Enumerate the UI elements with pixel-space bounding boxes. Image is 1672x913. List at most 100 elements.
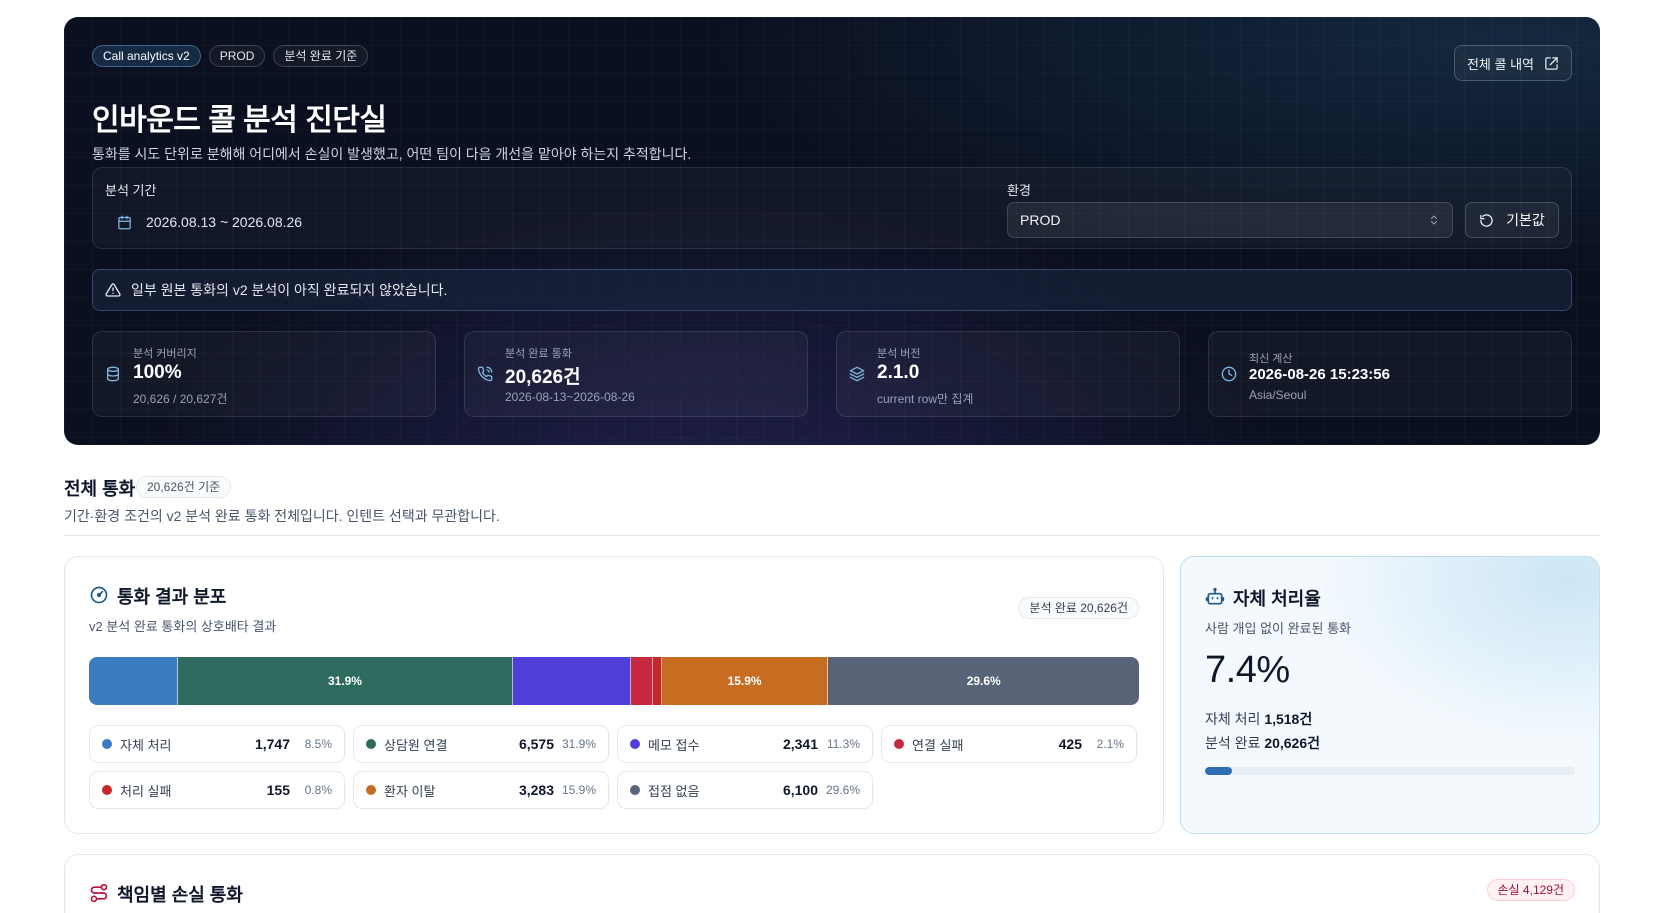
bar-segment[interactable] [89,657,179,705]
legend-count: 3,283 [518,782,554,798]
reset-button[interactable]: 기본값 [1465,202,1559,238]
legend-percent: 15.9% [562,783,597,797]
refresh-icon [1480,213,1493,227]
chevron-updown-icon [1431,215,1437,225]
legend-item[interactable]: 처리 실패 155 0.8% [89,771,345,809]
legend-name: 메모 접수 [648,737,700,753]
legend-item[interactable]: 상담원 연결 6,575 31.9% [353,725,609,763]
stat-label: 분석 완료 통화 [505,348,572,360]
stat-last-computed: 최신 계산 2026-08-26 15:23:56 Asia/Seoul [1208,331,1572,417]
env-select-value: PROD [1020,212,1061,228]
stat-label: 분석 커버리지 [133,348,197,360]
distribution-legend: 자체 처리 1,747 8.5% 상담원 연결 6,575 31.9% 메모 접수 2,341… [89,725,1137,809]
legend-count: 425 [1058,736,1082,752]
legend-item[interactable]: 환자 이탈 3,283 15.9% [353,771,609,809]
chip-version: Call analytics v2 [92,45,201,67]
stat-value: 20,626건 [505,367,581,388]
legend-dot [102,739,112,749]
filter-panel: 분석 기간 2026.08.13 ~ 2026.08.26 환경 PROD 기본… [92,167,1572,249]
bar-segment[interactable] [631,657,654,705]
distribution-title: 통화 결과 분포 [117,587,227,607]
all-calls-button[interactable]: 전체 콜 내역 [1453,45,1572,81]
legend-percent: 29.6% [826,783,861,797]
external-link-icon [1545,56,1558,70]
route-icon [90,883,108,903]
bar-segment[interactable]: 15.9% [661,657,829,705]
warning-alert: 일부 원본 통화의 v2 분석이 아직 완료되지 않았습니다. [92,269,1572,311]
bar-segment[interactable] [512,657,632,705]
self-rate-value: 7.4% [1205,649,1290,691]
analysis-done-row: 분석 완료 20,626건 [1205,733,1320,753]
stat-coverage: 분석 커버리지 100% 20,626 / 20,627건 [92,331,436,417]
legend-dot [366,785,376,795]
stat-sub: 2026-08-13~2026-08-26 [505,390,635,404]
stat-sub: 20,626 / 20,627건 [133,392,228,406]
self-handled-value: 1,518건 [1264,711,1313,727]
analysis-done-label: 분석 완료 [1205,735,1261,751]
self-handled-row: 자체 처리 1,518건 [1205,709,1312,729]
chip-basis: 분석 완료 기준 [273,45,369,67]
loss-title: 책임별 손실 통화 [117,885,243,905]
legend-item[interactable]: 접점 없음 6,100 29.6% [617,771,873,809]
legend-count: 2,341 [782,736,818,752]
legend-dot [102,785,112,795]
distribution-badge: 분석 완료 20,626건 [1018,597,1139,619]
analysis-done-value: 20,626건 [1264,735,1321,751]
legend-count: 1,747 [254,736,290,752]
self-rate-title: 자체 처리율 [1233,589,1321,609]
page-title: 인바운드 콜 분석 진단실 [92,104,387,137]
legend-dot [630,739,640,749]
legend-name: 접점 없음 [648,783,700,799]
stat-sub: Asia/Seoul [1249,388,1307,402]
chip-environment: PROD [208,45,266,67]
loss-card: 책임별 손실 통화 손실 4,129건 [64,854,1600,913]
legend-name: 자체 처리 [120,737,172,753]
warning-triangle-icon [105,283,121,297]
stat-label: 분석 버전 [877,348,921,360]
calendar-icon [118,215,131,229]
legend-percent: 8.5% [304,737,332,751]
distribution-stacked-bar: 31.9% 15.9% 29.6% [89,657,1139,705]
section-divider [64,535,1600,536]
legend-dot [366,739,376,749]
legend-percent: 31.9% [562,737,597,751]
stat-value: 2.1.0 [877,362,920,383]
stat-sub: current row만 집계 [877,392,974,406]
all-calls-label: 전체 콜 내역 [1466,56,1534,72]
legend-name: 처리 실패 [120,783,172,799]
section-count-badge: 20,626건 기준 [136,476,232,498]
section-description: 기간·환경 조건의 v2 분석 완료 통화 전체입니다. 인텐트 선택과 무관합… [64,508,500,524]
bar-segment[interactable]: 31.9% [178,657,513,705]
self-rate-progress [1205,767,1575,775]
legend-count: 6,575 [518,736,554,752]
hero-panel: Call analytics v2 PROD 분석 완료 기준 인바운드 콜 분… [64,17,1600,445]
self-rate-progress-fill [1205,767,1233,775]
bar-segment-label: 31.9% [327,674,362,688]
period-picker[interactable]: 2026.08.13 ~ 2026.08.26 [105,206,302,238]
legend-count: 155 [266,782,290,798]
section-title: 전체 통화 [64,479,136,499]
self-rate-subtitle: 사람 개입 없이 완료된 통화 [1205,621,1352,636]
bar-segment[interactable]: 29.6% [828,657,1139,705]
bar-segment[interactable] [653,657,662,705]
stat-value: 2026-08-26 15:23:56 [1249,366,1390,383]
distribution-card: 통화 결과 분포 v2 분석 완료 통화의 상호배타 결과 분석 완료 20,6… [64,556,1164,834]
loss-badge: 손실 4,129건 [1486,879,1575,901]
legend-item[interactable]: 연결 실패 425 2.1% [881,725,1137,763]
legend-item[interactable]: 메모 접수 2,341 11.3% [617,725,873,763]
gauge-icon [90,586,108,604]
legend-dot [630,785,640,795]
stat-completed-calls: 분석 완료 통화 20,626건 2026-08-13~2026-08-26 [464,331,808,417]
robot-icon [1205,587,1225,605]
legend-item[interactable]: 자체 처리 1,747 8.5% [89,725,345,763]
legend-name: 환자 이탈 [384,783,436,799]
stat-label: 최신 계산 [1249,353,1293,365]
reset-label: 기본값 [1506,212,1545,228]
clock-icon [1221,366,1237,382]
env-label: 환경 [1007,183,1031,198]
legend-percent: 0.8% [304,783,332,797]
stat-version: 분석 버전 2.1.0 current row만 집계 [836,331,1180,417]
bar-segment-label: 15.9% [727,674,762,688]
stat-value: 100% [133,362,182,383]
env-select[interactable]: PROD [1007,202,1453,238]
